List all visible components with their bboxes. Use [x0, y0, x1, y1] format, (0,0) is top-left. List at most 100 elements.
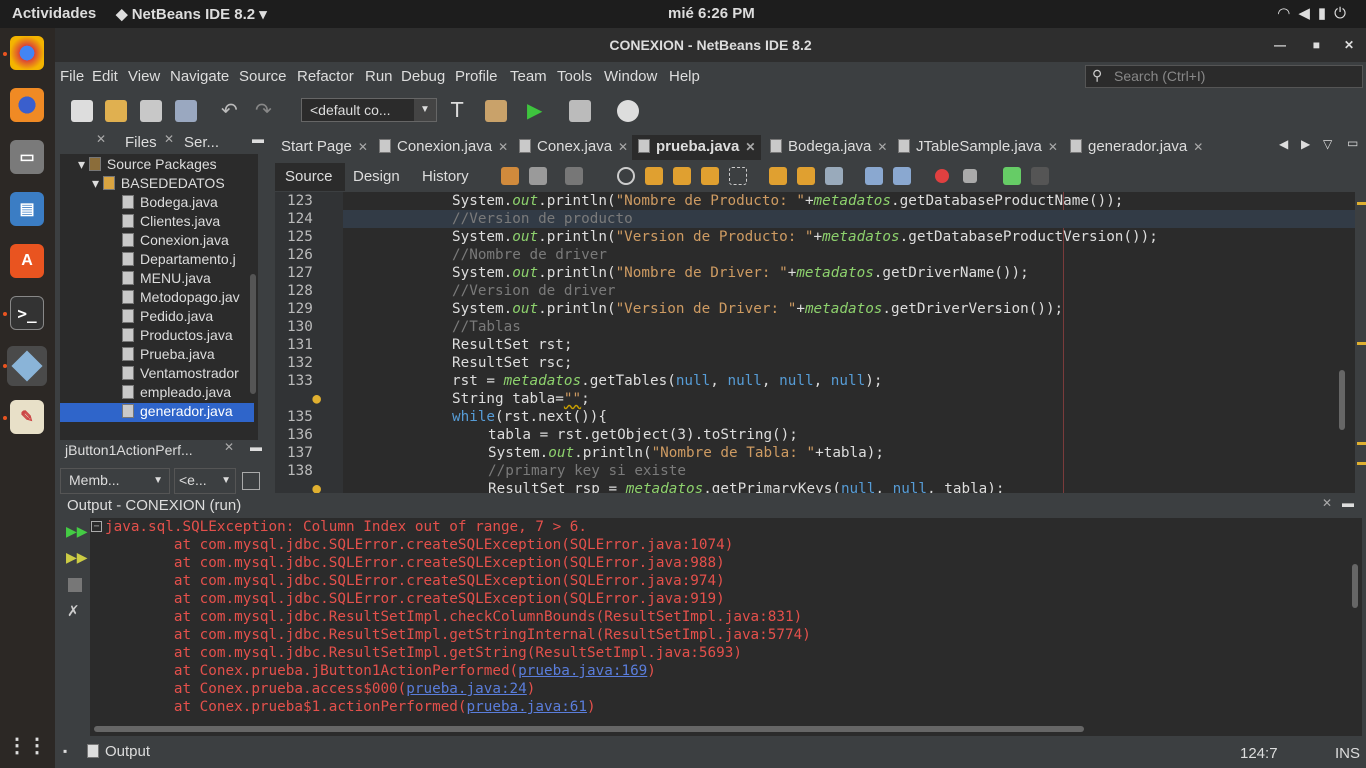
- menu-help[interactable]: Help: [669, 68, 700, 85]
- menu-refactor[interactable]: Refactor: [297, 68, 354, 85]
- close-icon[interactable]: ✕: [1048, 140, 1058, 154]
- close-icon[interactable]: ✕: [877, 140, 887, 154]
- search-input[interactable]: ⚲ Search (Ctrl+I): [1085, 65, 1363, 88]
- find-previous-icon[interactable]: [645, 167, 663, 185]
- files-icon[interactable]: ▭: [10, 140, 44, 174]
- close-icon[interactable]: ✕: [96, 132, 106, 146]
- clock[interactable]: mié 6:26 PM: [668, 5, 755, 22]
- start-macro-icon[interactable]: [935, 169, 949, 183]
- shift-right-icon[interactable]: [893, 167, 911, 185]
- menu-profile[interactable]: Profile: [455, 68, 498, 85]
- menu-run[interactable]: Run: [365, 68, 393, 85]
- settings-wrench-icon[interactable]: ✗: [67, 602, 80, 620]
- system-tray[interactable]: ◠◀▮⏻: [1277, 4, 1354, 22]
- terminal-icon[interactable]: >_: [10, 296, 44, 330]
- output-vertical-scrollbar[interactable]: [1352, 564, 1358, 608]
- close-icon[interactable]: ✕: [358, 140, 368, 154]
- stop-macro-icon[interactable]: [963, 169, 977, 183]
- tree-file[interactable]: Departamento.j: [122, 251, 236, 270]
- new-file-icon[interactable]: [71, 100, 93, 122]
- menu-window[interactable]: Window: [604, 68, 657, 85]
- new-project-icon[interactable]: [105, 100, 127, 122]
- tree-file-selected[interactable]: generador.java: [60, 403, 254, 422]
- tree-file[interactable]: Productos.java: [122, 327, 233, 346]
- tree-file[interactable]: Ventamostrador: [122, 365, 239, 384]
- shift-left-icon[interactable]: [865, 167, 883, 185]
- show-opened-documents-icon[interactable]: ▽: [1323, 137, 1332, 151]
- tab-design[interactable]: Design: [353, 168, 400, 185]
- notifications-icon[interactable]: ▪: [63, 744, 67, 758]
- tree-file[interactable]: Prueba.java: [122, 346, 215, 365]
- output-window-tab[interactable]: Output: [83, 742, 154, 764]
- show-apps-icon[interactable]: ⋮⋮: [7, 728, 47, 762]
- writer-icon[interactable]: ▤: [10, 192, 44, 226]
- stack-trace-link[interactable]: prueba.java:61: [467, 699, 588, 715]
- close-icon[interactable]: ✕: [618, 140, 628, 154]
- tab-generador-java[interactable]: generador.java ✕: [1064, 135, 1210, 160]
- close-icon[interactable]: ✕: [224, 440, 234, 454]
- members-select[interactable]: Memb... ▼: [60, 468, 170, 494]
- tree-node-source-packages[interactable]: ▾ Source Packages: [78, 156, 217, 175]
- tab-source[interactable]: Source: [275, 163, 345, 191]
- close-icon[interactable]: ✕: [164, 132, 174, 146]
- menu-view[interactable]: View: [128, 68, 160, 85]
- forward-icon[interactable]: [565, 167, 583, 185]
- previous-bookmark-icon[interactable]: [769, 167, 787, 185]
- next-bookmark-icon[interactable]: [797, 167, 815, 185]
- text-editor-icon[interactable]: ✎: [10, 400, 44, 434]
- last-edit-icon[interactable]: [501, 167, 519, 185]
- minimize-panel-icon[interactable]: ▬: [250, 440, 262, 454]
- minimize-panel-icon[interactable]: ▬: [1342, 496, 1354, 510]
- menu-edit[interactable]: Edit: [92, 68, 118, 85]
- stack-trace-link[interactable]: prueba.java:169: [518, 663, 647, 679]
- software-center-icon[interactable]: A: [10, 244, 44, 278]
- tree-file[interactable]: Clientes.java: [122, 213, 220, 232]
- undo-icon[interactable]: ↶: [221, 100, 243, 122]
- output-console[interactable]: − java.sql.SQLException: Column Index ou…: [91, 518, 1351, 724]
- tab-bodega-java[interactable]: Bodega.java ✕: [764, 135, 894, 160]
- profile-icon[interactable]: [617, 100, 639, 122]
- minimize-icon[interactable]: —: [1274, 28, 1286, 62]
- tab-start-page[interactable]: Start Page ✕: [275, 135, 374, 160]
- close-icon[interactable]: ✕: [498, 140, 508, 154]
- tree-file[interactable]: Bodega.java: [122, 194, 218, 213]
- menu-tools[interactable]: Tools: [557, 68, 592, 85]
- toggle-bookmark-icon[interactable]: [825, 167, 843, 185]
- rerun-with-params-icon[interactable]: ▶▶: [66, 550, 88, 566]
- close-icon[interactable]: ✕: [1344, 28, 1354, 62]
- editor-error-stripe[interactable]: [1357, 192, 1366, 493]
- netbeans-icon[interactable]: [7, 346, 47, 386]
- code-editor[interactable]: 123 124 125 126 127 128 129 130 131 132 …: [275, 192, 1355, 493]
- uncomment-icon[interactable]: [1031, 167, 1049, 185]
- hint-bulb-icon[interactable]: ●: [297, 480, 321, 493]
- menu-source[interactable]: Source: [239, 68, 287, 85]
- clean-build-icon[interactable]: [485, 100, 507, 122]
- tab-files[interactable]: Files: [125, 134, 157, 151]
- toggle-rect-selection-icon[interactable]: [729, 167, 747, 185]
- tree-file[interactable]: Pedido.java: [122, 308, 213, 327]
- tree-file[interactable]: Metodopago.jav: [122, 289, 240, 308]
- scroll-tabs-right-icon[interactable]: ▶: [1301, 137, 1310, 151]
- close-icon[interactable]: ✕: [1322, 496, 1332, 510]
- toggle-highlight-icon[interactable]: [701, 167, 719, 185]
- menu-team[interactable]: Team: [510, 68, 547, 85]
- close-icon[interactable]: ✕: [1193, 140, 1203, 154]
- maximize-editor-icon[interactable]: ▭: [1347, 136, 1358, 150]
- menu-debug[interactable]: Debug: [401, 68, 445, 85]
- close-icon[interactable]: ✕: [745, 140, 755, 154]
- save-all-icon[interactable]: [175, 100, 197, 122]
- debug-icon[interactable]: [569, 100, 591, 122]
- scroll-tabs-left-icon[interactable]: ◀: [1279, 137, 1288, 151]
- collapse-icon[interactable]: −: [91, 521, 102, 532]
- tab-conex-java[interactable]: Conex.java ✕: [513, 135, 635, 160]
- find-next-icon[interactable]: [673, 167, 691, 185]
- chrome-icon[interactable]: [10, 36, 44, 70]
- tab-jtablesample-java[interactable]: JTableSample.java ✕: [892, 135, 1064, 160]
- tree-file[interactable]: Conexion.java: [122, 232, 229, 251]
- hint-bulb-icon[interactable]: ●: [297, 390, 321, 408]
- find-icon[interactable]: [617, 167, 635, 185]
- sort-icon[interactable]: [242, 472, 260, 490]
- configuration-select[interactable]: <default co... ▼: [301, 98, 437, 122]
- tab-history[interactable]: History: [422, 168, 469, 185]
- editor-scrollbar[interactable]: [1339, 370, 1345, 430]
